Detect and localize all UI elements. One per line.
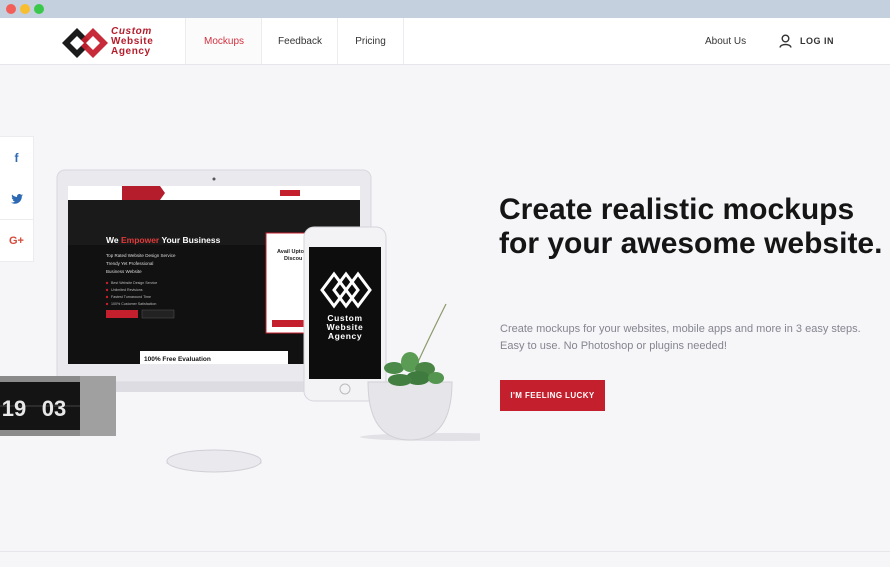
- hero-subtext: Create mockups for your websites, mobile…: [500, 323, 861, 352]
- login-link[interactable]: LOG IN: [779, 18, 834, 64]
- close-window-icon[interactable]: [6, 4, 16, 14]
- maximize-window-icon[interactable]: [34, 4, 44, 14]
- user-icon: [779, 34, 792, 48]
- tab-mockups[interactable]: Mockups: [185, 18, 262, 64]
- top-nav: Custom Website Agency Mockups Feedback Pri…: [0, 18, 890, 65]
- devices-illustration: We Empower Your Business Top Rated Websi…: [0, 169, 480, 473]
- site-bullet: Business Website: [106, 269, 142, 274]
- flip-clock: 19 03: [0, 376, 116, 436]
- evaluation-label: 100% Free Evaluation: [144, 356, 211, 363]
- about-us-label: About Us: [705, 35, 747, 47]
- site-bullet: Top Rated Website Design Service: [106, 253, 176, 258]
- hero-headline: Create realistic mockups for your awesom…: [499, 193, 883, 260]
- clock-hours: 19: [2, 396, 26, 421]
- feeling-lucky-button[interactable]: I'M FEELING LUCKY: [500, 380, 605, 411]
- site-feature: Unlimited Revisions: [111, 288, 143, 292]
- tab-label: Pricing: [355, 35, 386, 47]
- logo-wordmark: Custom Website Agency: [111, 26, 154, 57]
- site-bullet: Trendy Yet Professional: [106, 261, 153, 266]
- site-heading: We Empower Your Business: [106, 235, 221, 245]
- phone-mockup: Custom Website Agency: [303, 226, 387, 402]
- section-divider: [0, 551, 890, 552]
- logo-mark-icon: [62, 28, 108, 58]
- phone-brand-text: Agency: [328, 331, 362, 341]
- brand-logo[interactable]: Custom Website Agency: [60, 26, 180, 60]
- login-label: LOG IN: [800, 36, 834, 46]
- tab-label: Feedback: [278, 35, 322, 47]
- clock-minutes: 03: [42, 396, 66, 421]
- mouse-decoration: [166, 449, 262, 473]
- tab-feedback[interactable]: Feedback: [261, 18, 338, 64]
- site-feature: 100% Customer Satisfaction: [111, 302, 156, 306]
- browser-chrome: [0, 0, 890, 18]
- site-feature: Best Website Design Service: [111, 281, 157, 285]
- form-title: Discou: [284, 256, 302, 262]
- site-feature: Fastest Turnaround Time: [111, 295, 151, 299]
- form-title: Avail Upto: [277, 249, 305, 255]
- about-us-link[interactable]: About Us: [705, 18, 746, 64]
- tab-pricing[interactable]: Pricing: [337, 18, 404, 64]
- minimize-window-icon[interactable]: [20, 4, 30, 14]
- tab-label: Mockups: [203, 35, 244, 47]
